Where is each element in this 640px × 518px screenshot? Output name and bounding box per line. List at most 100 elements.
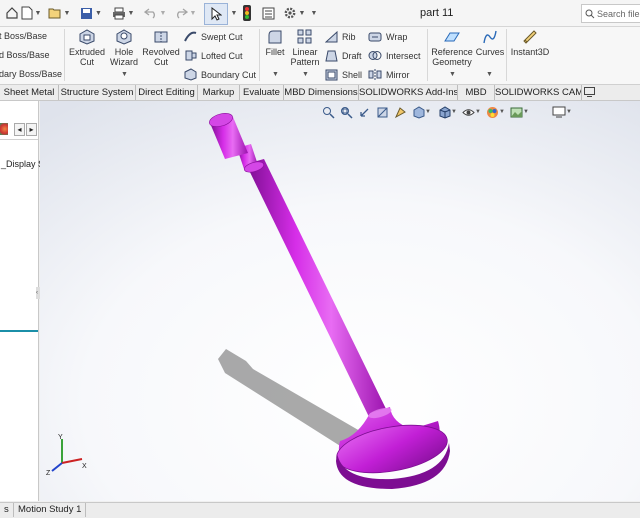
- fillet-label: Fillet: [265, 47, 285, 57]
- open-document-button[interactable]: ▼: [46, 3, 72, 23]
- quick-access-toolbar: ▼ ▼ ▼ ▼ ▼ ▼ ▼ ▼ ▼ part 11 Search file: [0, 0, 640, 27]
- revolved-boss-button[interactable]: ed Boss/Base: [0, 50, 50, 60]
- new-document-button[interactable]: ▼: [18, 3, 44, 23]
- tab-motion-study[interactable]: Motion Study 1: [14, 503, 87, 517]
- draft-button[interactable]: Draft: [325, 49, 362, 62]
- rebuild-icon[interactable]: [240, 3, 254, 23]
- rib-button[interactable]: Rib: [325, 30, 356, 43]
- options-gear-icon[interactable]: ▼: [282, 3, 306, 23]
- triad-x-label: X: [82, 463, 87, 470]
- instant3d-icon: [523, 30, 537, 44]
- tab-structure-system[interactable]: Structure System: [59, 85, 136, 100]
- swept-cut-label: Swept Cut: [201, 31, 243, 42]
- curves-button[interactable]: Curves: [476, 29, 504, 57]
- tab-mbd-dimensions[interactable]: MBD Dimensions: [284, 85, 359, 100]
- undo-button[interactable]: ▼: [142, 3, 168, 23]
- curves-icon: [483, 30, 497, 44]
- print-button[interactable]: ▼: [110, 3, 136, 23]
- hole-wizard-label-line2: Wizard: [109, 57, 138, 67]
- fillet-button[interactable]: Fillet: [263, 29, 287, 57]
- boundary-cut-icon: [184, 68, 197, 81]
- panel-splitter[interactable]: [0, 330, 38, 332]
- hole-wizard-dropdown-icon[interactable]: ▼: [121, 71, 128, 78]
- ribbon-separator: [259, 29, 260, 81]
- boundary-boss-label: ndary Boss/Base: [0, 69, 63, 79]
- triad-y-label: Y: [58, 434, 63, 441]
- extruded-boss-button[interactable]: pt Boss/Base: [0, 31, 47, 41]
- more-options-icon[interactable]: ▼: [308, 3, 318, 23]
- redo-button[interactable]: ▼: [172, 3, 198, 23]
- revolved-cut-label-line2: Cut: [153, 57, 168, 67]
- triad-x-axis: [61, 458, 83, 464]
- appearance-icon[interactable]: [0, 123, 8, 135]
- extruded-cut-button[interactable]: Extruded Cut: [68, 29, 106, 67]
- reference-geometry-label-line2: Geometry: [432, 57, 472, 67]
- rib-label: Rib: [342, 31, 356, 42]
- extruded-cut-label-line1: Extruded: [68, 47, 106, 57]
- extruded-cut-icon: [79, 29, 95, 45]
- boundary-boss-button[interactable]: ndary Boss/Base: [0, 69, 62, 79]
- ribbon-separator: [506, 29, 507, 81]
- curves-label: Curves: [475, 47, 505, 57]
- fillet-icon: [268, 30, 282, 44]
- triad-z-axis: [51, 462, 63, 472]
- select-dropdown-icon[interactable]: ▼: [228, 3, 238, 23]
- revolved-cut-icon: [154, 31, 168, 43]
- ribbon-separator: [427, 29, 428, 81]
- rib-icon: [325, 30, 338, 43]
- reference-geometry-dropdown-icon[interactable]: ▼: [449, 71, 456, 78]
- panel-scroll-right-icon[interactable]: ▸: [26, 123, 37, 136]
- fillet-dropdown-icon[interactable]: ▼: [272, 71, 279, 78]
- boundary-cut-button[interactable]: Boundary Cut: [184, 68, 256, 81]
- file-properties-icon[interactable]: [260, 3, 276, 23]
- revolved-cut-label-line1: Revolved: [142, 47, 180, 57]
- linear-pattern-label-line1: Linear: [292, 47, 318, 57]
- instant3d-button[interactable]: Instant3D: [510, 29, 550, 57]
- intersect-icon: [368, 51, 382, 60]
- linear-pattern-label-line2: Pattern: [290, 57, 320, 67]
- intersect-label: Intersect: [386, 50, 421, 61]
- select-button[interactable]: [204, 3, 228, 25]
- tab-solidworks-cam[interactable]: SOLIDWORKS CAM: [495, 85, 582, 100]
- tab-evaluate[interactable]: Evaluate: [240, 85, 284, 100]
- graphics-area[interactable]: ▼ ▼ ▼ ▼ ▼ ▼ Y X Z: [40, 101, 640, 501]
- search-placeholder: Search file: [597, 8, 640, 19]
- hole-wizard-icon: [116, 29, 132, 45]
- command-manager-tabs: Sheet Metal Structure System Direct Edit…: [0, 85, 640, 101]
- wrap-label: Wrap: [386, 31, 408, 42]
- panel-divider: [0, 139, 38, 140]
- tab-solidworks-add-ins[interactable]: SOLIDWORKS Add-Ins: [359, 85, 458, 100]
- search-input[interactable]: Search file: [581, 4, 640, 23]
- shell-icon: [325, 69, 338, 81]
- mirror-button[interactable]: Mirror: [368, 68, 410, 81]
- reference-geometry-button[interactable]: Reference Geometry: [430, 29, 474, 67]
- feature-manager-panel: ◂ ▸ _Display S ‹: [0, 101, 44, 501]
- wrap-button[interactable]: Wrap: [368, 30, 407, 43]
- panel-scroll-left-icon[interactable]: ◂: [14, 123, 25, 136]
- hole-wizard-button[interactable]: Hole Wizard: [108, 29, 140, 67]
- valve-head: [336, 407, 450, 489]
- lofted-cut-icon: [185, 50, 197, 61]
- linear-pattern-button[interactable]: Linear Pattern: [289, 29, 321, 67]
- revolved-cut-button[interactable]: Revolved Cut: [142, 29, 180, 67]
- tab-model[interactable]: s: [0, 503, 14, 517]
- search-icon: [585, 9, 595, 18]
- part-model[interactable]: [40, 101, 640, 501]
- intersect-button[interactable]: Intersect: [368, 49, 421, 62]
- tab-direct-editing[interactable]: Direct Editing: [136, 85, 198, 100]
- lofted-cut-button[interactable]: Lofted Cut: [184, 49, 243, 62]
- tab-sheet-metal[interactable]: Sheet Metal: [0, 85, 59, 100]
- swept-cut-icon: [184, 31, 197, 42]
- instant3d-label: Instant3D: [510, 47, 550, 57]
- tab-mbd[interactable]: MBD: [458, 85, 495, 100]
- tab-markup[interactable]: Markup: [198, 85, 240, 100]
- swept-cut-button[interactable]: Swept Cut: [184, 30, 243, 43]
- linear-pattern-dropdown-icon[interactable]: ▼: [302, 71, 309, 78]
- draft-icon: [325, 50, 338, 62]
- curves-dropdown-icon[interactable]: ▼: [486, 71, 493, 78]
- tab-options-icon[interactable]: [584, 87, 595, 100]
- hole-wizard-label-line1: Hole: [114, 47, 134, 57]
- feature-tree-item[interactable]: _Display S: [1, 159, 44, 169]
- shell-button[interactable]: Shell: [325, 68, 362, 81]
- save-button[interactable]: ▼: [78, 3, 104, 23]
